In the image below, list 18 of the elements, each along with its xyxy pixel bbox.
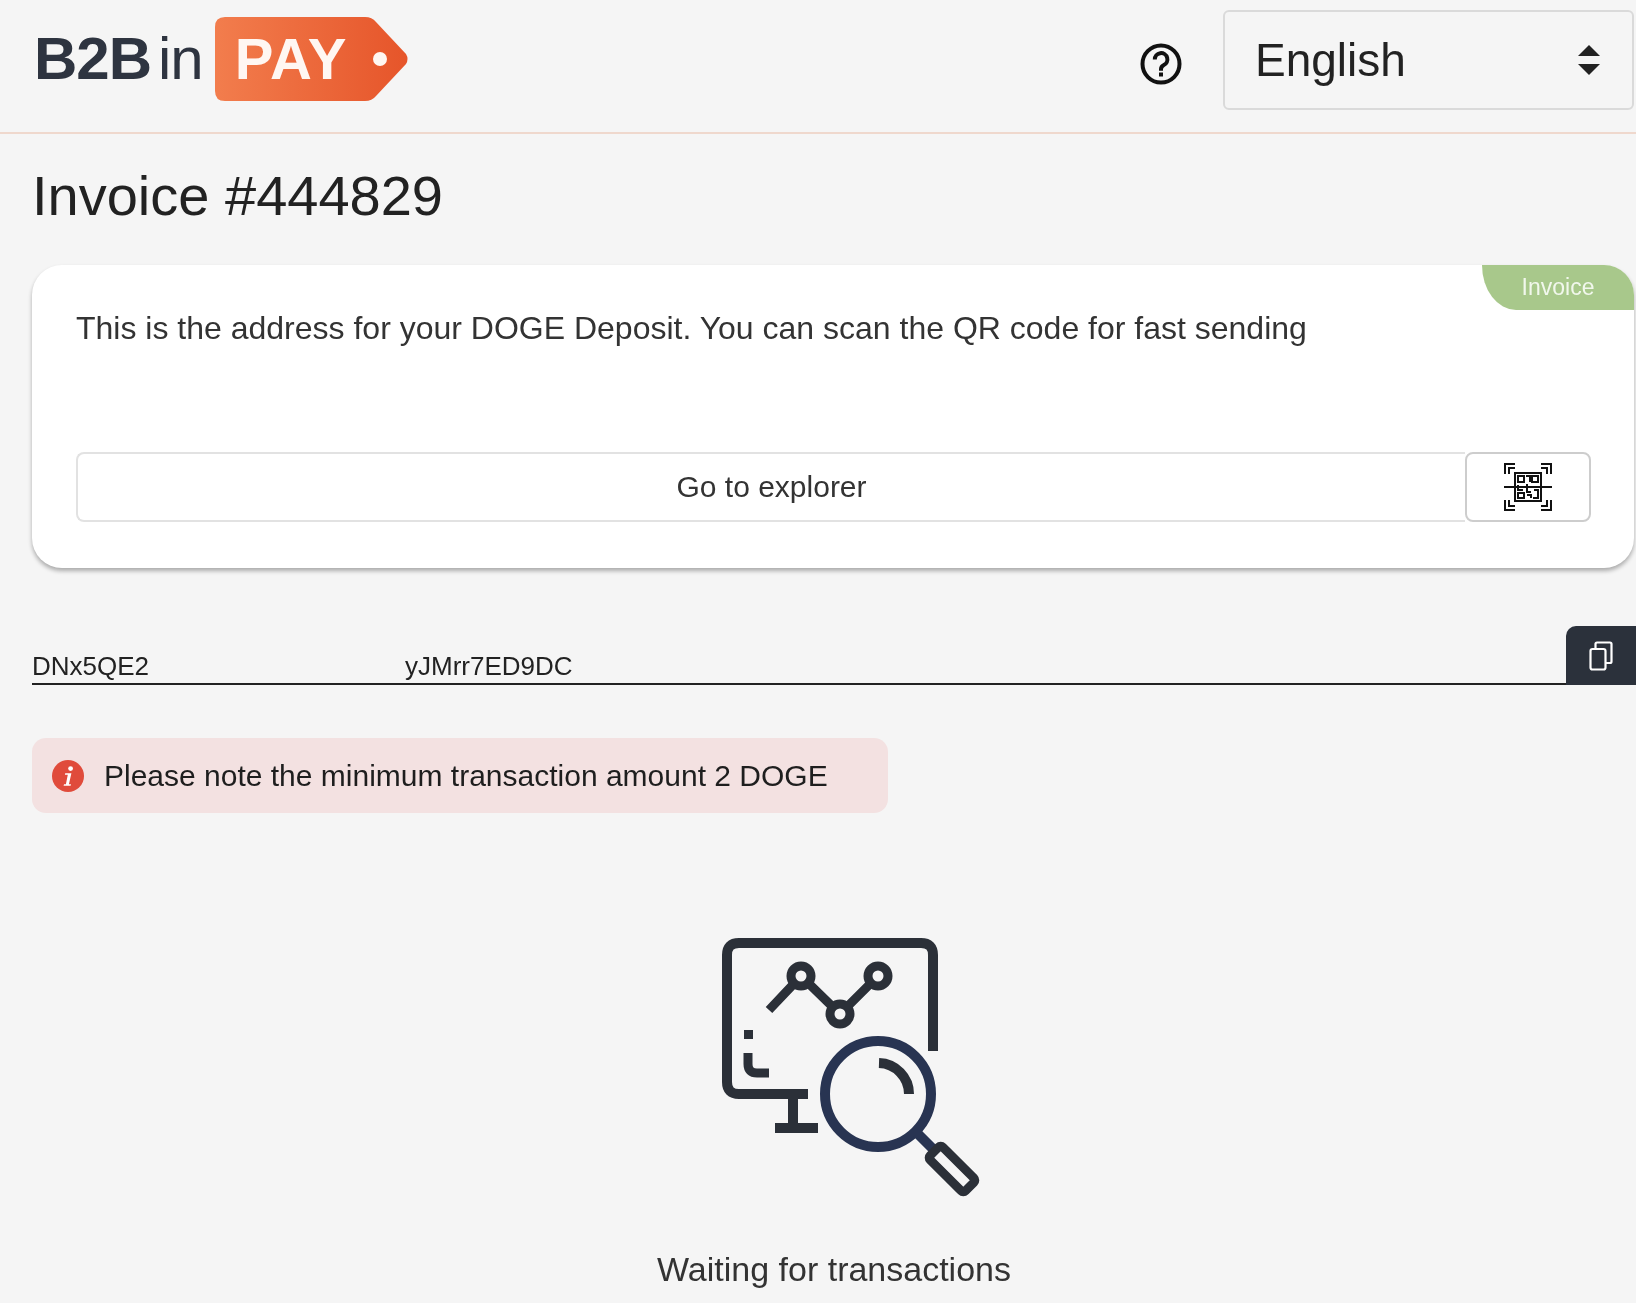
copy-icon [1589,640,1613,671]
invoice-badge: Invoice [1482,265,1634,310]
page-title: Invoice #444829 [32,163,444,229]
status-text: Waiting for transactions [657,1249,1011,1290]
deposit-message: This is the address for your DOGE Deposit. You can scan the QR code for fast sending [76,309,1308,348]
copy-button[interactable] [1566,626,1636,685]
notice-text: Please note the minimum transaction amount 2 DOGE [104,758,828,793]
info-icon [52,759,84,792]
caret-icon [1578,45,1600,75]
qr-code-button[interactable] [1465,452,1591,522]
logo-tag-text: PAY [233,30,348,88]
logo-wordmark: B2Bin [34,29,203,89]
help-icon[interactable] [1140,43,1182,85]
language-select[interactable]: English [1223,10,1634,110]
address-text: yJMrr7ED9DC [405,651,573,681]
qr-code-icon [1504,463,1552,511]
explorer-button[interactable]: Go to explorer [76,452,1465,522]
address-text: DNx5QE2 [32,651,150,681]
